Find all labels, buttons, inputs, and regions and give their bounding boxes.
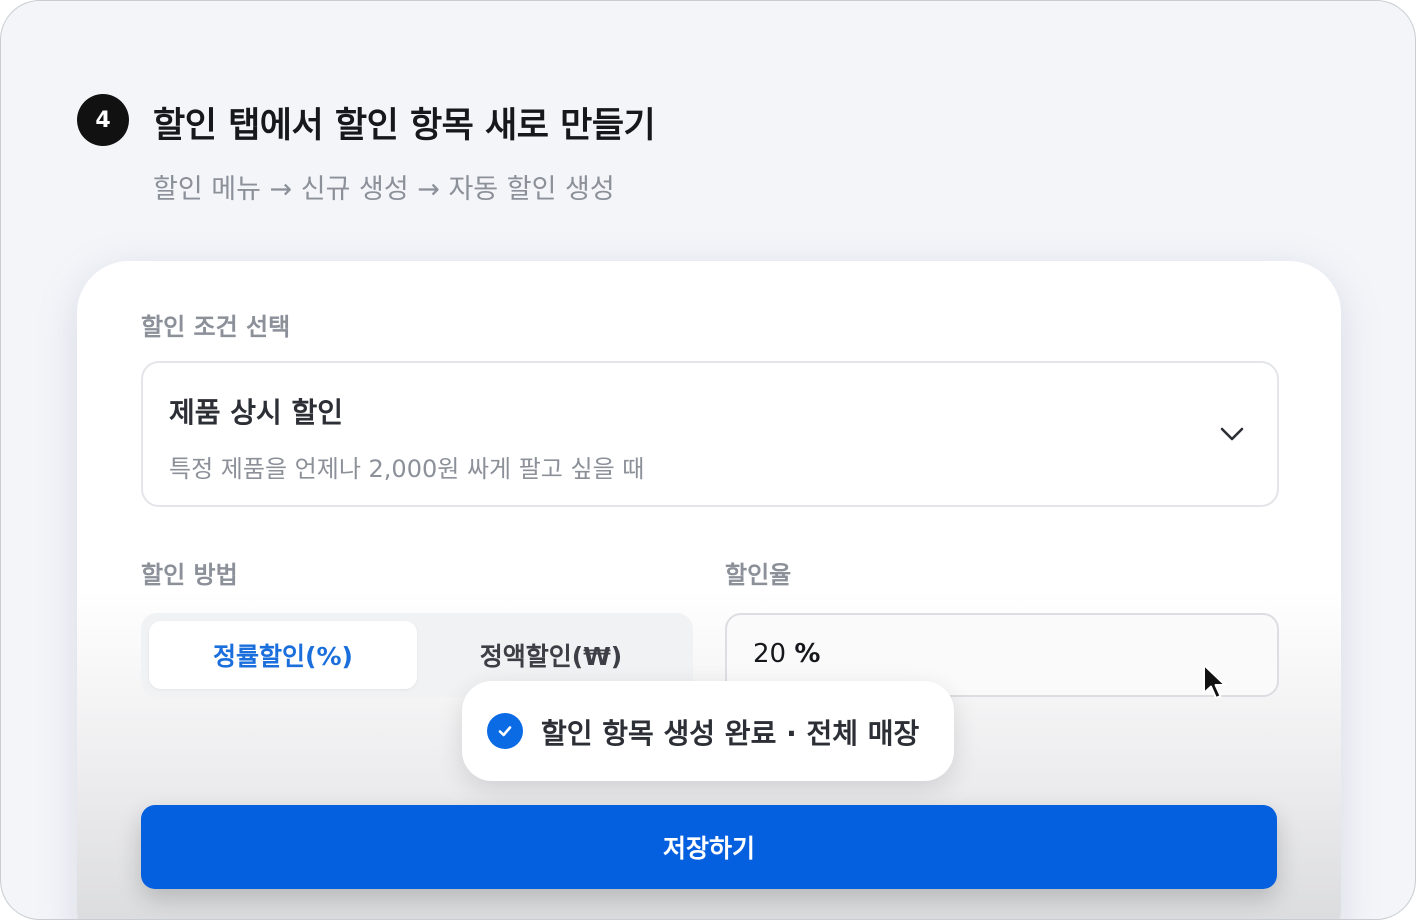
check-circle-icon	[487, 713, 523, 749]
rate-value: 20	[753, 639, 787, 669]
save-button[interactable]: 저장하기	[141, 805, 1277, 889]
step-number-badge: 4	[77, 94, 129, 146]
condition-select[interactable]: 제품 상시 할인 특정 제품을 언제나 2,000원 싸게 팔고 싶을 때	[141, 361, 1279, 507]
chevron-down-icon[interactable]	[1217, 419, 1247, 449]
success-toast: 할인 항목 생성 완료 · 전체 매장	[462, 681, 954, 781]
breadcrumb: 할인 메뉴 → 신규 생성 → 자동 할인 생성	[153, 174, 615, 205]
condition-selected-description: 특정 제품을 언제나 2,000원 싸게 팔고 싶을 때	[169, 455, 645, 483]
condition-selected-title: 제품 상시 할인	[169, 396, 344, 429]
method-option-percent[interactable]: 정률할인(%)	[149, 621, 417, 689]
discount-form-card: 할인 조건 선택 제품 상시 할인 특정 제품을 언제나 2,000원 싸게 팔…	[77, 261, 1341, 919]
condition-label: 할인 조건 선택	[141, 313, 291, 341]
method-label: 할인 방법	[141, 561, 238, 589]
method-option-fixed[interactable]: 정액할인(₩)	[417, 621, 685, 689]
rate-value-display: 20 %	[753, 639, 820, 669]
step-title: 할인 탭에서 할인 항목 새로 만들기	[153, 106, 656, 146]
toast-message: 할인 항목 생성 완료 · 전체 매장	[541, 717, 920, 750]
app-frame: 4 할인 탭에서 할인 항목 새로 만들기 할인 메뉴 → 신규 생성 → 자동…	[0, 0, 1416, 920]
rate-label: 할인율	[725, 561, 792, 589]
step-number: 4	[95, 107, 111, 133]
rate-unit: %	[794, 639, 821, 669]
mouse-cursor-icon	[1203, 664, 1226, 699]
